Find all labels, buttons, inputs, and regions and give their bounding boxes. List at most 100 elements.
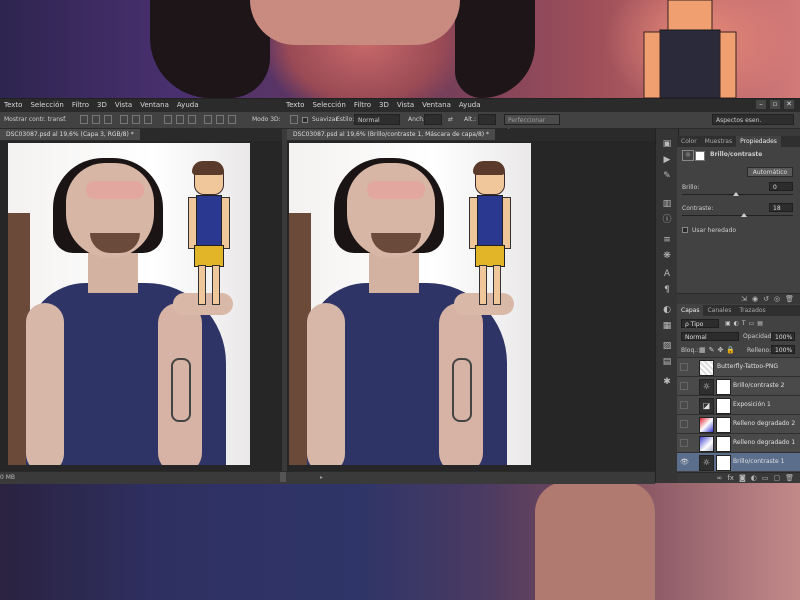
layer-row[interactable]: Relleno degradado 1 (677, 433, 800, 452)
new-layer-icon[interactable]: ▢ (773, 473, 780, 483)
layer-row[interactable]: 👁 ☼ Brillo/contraste 1 (677, 452, 800, 471)
auto-button[interactable]: Automático (747, 167, 793, 177)
distribute-top-icon[interactable] (164, 115, 172, 124)
layer-mask-thumbnail[interactable] (716, 398, 731, 414)
smooth-checkbox[interactable] (302, 117, 308, 123)
layer-row[interactable]: ◪ Exposición 1 (677, 395, 800, 414)
character-icon[interactable]: A (662, 269, 672, 279)
menu-item-vista-2[interactable]: Vista (393, 101, 418, 109)
status-arrow-icon[interactable]: ▸ (320, 474, 323, 481)
brush-icon[interactable]: ✎ (662, 171, 672, 181)
legacy-checkbox[interactable] (682, 227, 688, 233)
tab-layers[interactable]: Capas (677, 305, 704, 316)
histogram-icon[interactable]: ▥ (662, 199, 672, 209)
styles-icon[interactable]: ▦ (662, 321, 672, 331)
swap-icon[interactable]: ⇄ (448, 116, 453, 123)
eye-icon[interactable] (680, 363, 688, 371)
menu-item-ventana-2[interactable]: Ventana (418, 101, 455, 109)
eye-icon[interactable] (680, 401, 688, 409)
layer-mask-thumbnail[interactable] (716, 455, 731, 471)
eye-icon[interactable] (680, 420, 688, 428)
align-left-icon[interactable] (120, 115, 128, 124)
layer-row[interactable]: Relleno degradado 2 (677, 414, 800, 433)
transform-controls-label[interactable]: Mostrar contr. transf. (4, 116, 67, 123)
layer-mask-thumbnail[interactable] (716, 436, 731, 452)
eye-icon[interactable] (680, 382, 688, 390)
menu-item-texto[interactable]: Texto (0, 101, 26, 109)
layer-row[interactable]: Butterfly-Tattoo-PNG (677, 357, 800, 376)
tab-properties[interactable]: Propiedades (736, 136, 781, 147)
minimize-icon[interactable]: – (756, 100, 766, 109)
menu-item-seleccion-2[interactable]: Selección (308, 101, 349, 109)
tab-color[interactable]: Color (677, 136, 701, 147)
restore-icon[interactable]: ▫ (770, 100, 780, 109)
distribute-center-icon[interactable] (216, 115, 224, 124)
menu-item-filtro-2[interactable]: Filtro (350, 101, 375, 109)
reset-icon[interactable]: ↺ (763, 294, 769, 304)
contrast-slider-track[interactable] (682, 215, 793, 216)
distribute-right-icon[interactable] (228, 115, 236, 124)
menu-item-3d[interactable]: 3D (93, 101, 111, 109)
play-icon[interactable]: ▶ (662, 155, 672, 165)
menu-item-ayuda-2[interactable]: Ayuda (455, 101, 485, 109)
refine-edge-button[interactable]: Perfeccionar bor... (504, 114, 560, 135)
canvas-left[interactable] (0, 141, 282, 471)
align-top-icon[interactable] (80, 115, 88, 124)
contrast-slider-thumb[interactable] (741, 213, 747, 217)
menu-item-3d-2[interactable]: 3D (375, 101, 393, 109)
close-icon[interactable]: ✕ (784, 100, 794, 109)
tools-icon[interactable]: ✱ (662, 377, 672, 387)
menu-item-filtro[interactable]: Filtro (68, 101, 93, 109)
delete-layer-icon[interactable]: 🗑 (785, 473, 794, 483)
filter-icons[interactable]: ▣◐T▭▤ (725, 320, 766, 327)
layer-mask-thumbnail[interactable] (716, 417, 731, 433)
brush-presets-icon[interactable]: ❋ (662, 251, 672, 261)
document-tab-left[interactable]: DSC03087.psd al 19,6% (Capa 3, RGB/8) * (0, 129, 140, 140)
layer-mask-thumbnail[interactable] (716, 379, 731, 395)
view-previous-icon[interactable]: ◉ (752, 294, 758, 304)
align-middle-icon[interactable] (92, 115, 100, 124)
document-tab-right[interactable]: DSC03087.psd al 19,6% (Brillo/contraste … (287, 129, 496, 140)
menu-item-vista[interactable]: Vista (111, 101, 136, 109)
align-center-icon[interactable] (132, 115, 140, 124)
layer-comps-icon[interactable]: ▤ (662, 357, 672, 367)
delete-icon[interactable]: 🗑 (785, 294, 794, 304)
adjustment-layer-icon[interactable]: ◐ (751, 473, 757, 483)
eye-icon[interactable]: 👁 (680, 458, 689, 466)
adjustments-icon[interactable]: ◐ (662, 305, 672, 315)
distribute-left-icon[interactable] (204, 115, 212, 124)
align-right-icon[interactable] (144, 115, 152, 124)
canvas-right[interactable] (287, 141, 655, 471)
scrollbar-left-end[interactable] (280, 472, 286, 482)
fill-input[interactable]: 100% (771, 345, 795, 354)
tab-swatches[interactable]: Muestras (701, 136, 736, 147)
menu-item-texto-2[interactable]: Texto (282, 101, 308, 109)
mask-icon[interactable] (695, 151, 705, 161)
width-input[interactable] (424, 114, 442, 125)
menu-item-ventana[interactable]: Ventana (136, 101, 173, 109)
contrast-input[interactable]: 18 (769, 203, 793, 212)
new-group-icon[interactable]: ▭ (762, 473, 769, 483)
tab-channels[interactable]: Canales (703, 305, 735, 316)
opacity-input[interactable]: 100% (771, 332, 795, 341)
visibility-icon[interactable]: ◎ (774, 294, 780, 304)
info-icon[interactable]: ⓘ (662, 215, 672, 225)
history-icon[interactable]: ▣ (662, 139, 672, 149)
workspace-select[interactable]: Aspectos esen. (712, 114, 794, 125)
eye-icon[interactable] (680, 439, 688, 447)
brightness-slider-thumb[interactable] (733, 192, 739, 196)
clip-to-layer-icon[interactable]: ⇲ (741, 294, 747, 304)
masks-icon[interactable]: ▨ (662, 341, 672, 351)
paragraph-icon[interactable]: ¶ (662, 285, 672, 295)
fx-icon[interactable]: fx (727, 473, 734, 483)
tab-paths[interactable]: Trazados (735, 305, 769, 316)
link-icon[interactable]: ∞ (717, 473, 723, 483)
height-input[interactable] (478, 114, 496, 125)
layer-row[interactable]: ☼ Brillo/contraste 2 (677, 376, 800, 395)
sliders-icon[interactable]: ≡ (662, 235, 672, 245)
menu-item-ayuda[interactable]: Ayuda (173, 101, 203, 109)
menu-item-seleccion[interactable]: Selección (26, 101, 67, 109)
align-bottom-icon[interactable] (104, 115, 112, 124)
lock-icons[interactable]: ▦✎✥🔒 (699, 346, 738, 354)
add-mask-icon[interactable]: ◙ (739, 473, 746, 483)
